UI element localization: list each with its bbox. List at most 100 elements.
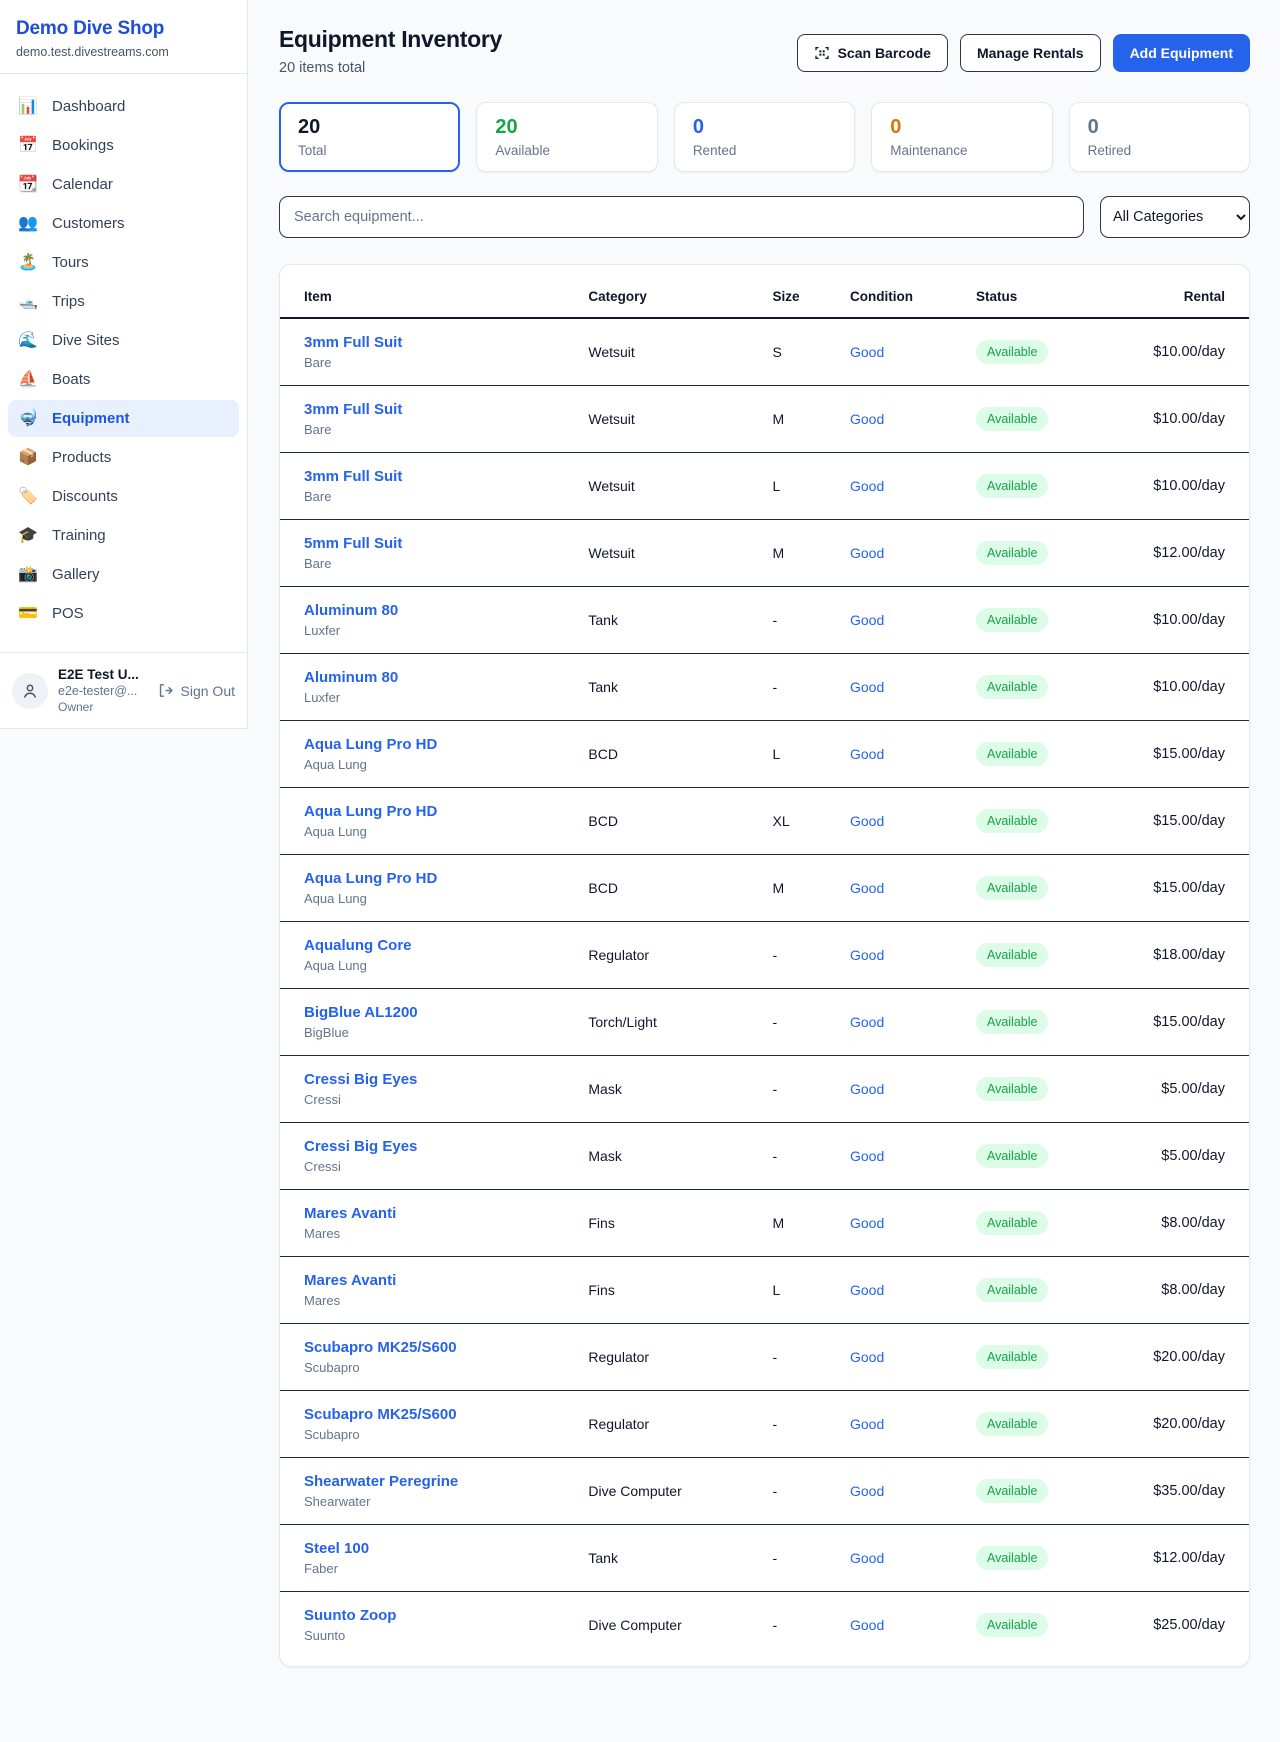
item-name-link[interactable]: 5mm Full Suit — [304, 535, 402, 552]
condition-link[interactable]: Good — [850, 1349, 884, 1365]
sidebar-item-calendar[interactable]: 📆Calendar — [8, 166, 239, 203]
item-name-link[interactable]: Steel 100 — [304, 1540, 369, 1557]
item-cell: Mares AvantiMares — [280, 1190, 580, 1257]
boats-icon: ⛵ — [18, 372, 38, 388]
sidebar-item-bookings[interactable]: 📅Bookings — [8, 127, 239, 164]
condition-link[interactable]: Good — [850, 1483, 884, 1499]
item-name-link[interactable]: Mares Avanti — [304, 1205, 396, 1222]
table-row: Aqua Lung Pro HDAqua LungBCDLGoodAvailab… — [280, 721, 1249, 788]
item-name-link[interactable]: Shearwater Peregrine — [304, 1473, 458, 1490]
item-cell: Cressi Big EyesCressi — [280, 1056, 580, 1123]
item-brand: Aqua Lung — [304, 891, 572, 906]
condition-link[interactable]: Good — [850, 1014, 884, 1030]
stat-card-available[interactable]: 20Available — [476, 102, 657, 172]
sidebar-item-label: Dive Sites — [52, 332, 120, 349]
category-select[interactable]: All Categories — [1100, 196, 1250, 238]
condition-link[interactable]: Good — [850, 947, 884, 963]
stat-card-retired[interactable]: 0Retired — [1069, 102, 1250, 172]
add-equipment-button[interactable]: Add Equipment — [1113, 34, 1250, 72]
sidebar-item-customers[interactable]: 👥Customers — [8, 205, 239, 242]
item-name-link[interactable]: Cressi Big Eyes — [304, 1071, 417, 1088]
condition-cell: Good — [842, 1257, 968, 1324]
item-name-link[interactable]: Aluminum 80 — [304, 602, 398, 619]
sidebar-nav: 📊Dashboard📅Bookings📆Calendar👥Customers🏝️… — [0, 74, 247, 644]
sidebar-item-training[interactable]: 🎓Training — [8, 517, 239, 554]
item-size: - — [764, 922, 842, 989]
sidebar-item-equipment[interactable]: 🤿Equipment — [8, 400, 239, 437]
filter-row: All Categories — [279, 196, 1250, 238]
customers-icon: 👥 — [18, 216, 38, 232]
sidebar-item-label: Dashboard — [52, 98, 125, 115]
sidebar-item-discounts[interactable]: 🏷️Discounts — [8, 478, 239, 515]
item-name-link[interactable]: Aqua Lung Pro HD — [304, 870, 437, 887]
item-size: - — [764, 654, 842, 721]
item-name-link[interactable]: 3mm Full Suit — [304, 401, 402, 418]
status-cell: Available — [968, 855, 1113, 922]
condition-link[interactable]: Good — [850, 679, 884, 695]
item-name-link[interactable]: Mares Avanti — [304, 1272, 396, 1289]
item-name-link[interactable]: BigBlue AL1200 — [304, 1004, 418, 1021]
item-brand: Mares — [304, 1293, 572, 1308]
sidebar-item-dive-sites[interactable]: 🌊Dive Sites — [8, 322, 239, 359]
item-cell: Scubapro MK25/S600Scubapro — [280, 1391, 580, 1458]
item-category: Mask — [580, 1123, 764, 1190]
condition-link[interactable]: Good — [850, 746, 884, 762]
manage-rentals-button[interactable]: Manage Rentals — [960, 34, 1101, 72]
item-category: Regulator — [580, 1391, 764, 1458]
condition-link[interactable]: Good — [850, 1081, 884, 1097]
status-cell: Available — [968, 1123, 1113, 1190]
item-name-link[interactable]: Aqua Lung Pro HD — [304, 803, 437, 820]
sidebar-item-pos[interactable]: 💳POS — [8, 595, 239, 632]
sidebar-item-gallery[interactable]: 📸Gallery — [8, 556, 239, 593]
condition-link[interactable]: Good — [850, 1282, 884, 1298]
condition-link[interactable]: Good — [850, 1148, 884, 1164]
item-cell: Mares Avanti Mares — [280, 1257, 580, 1324]
table-row: 3mm Full SuitBareWetsuitMGoodAvailable$1… — [280, 386, 1249, 453]
status-cell: Available — [968, 520, 1113, 587]
equipment-icon: 🤿 — [18, 411, 38, 427]
item-size: M — [764, 855, 842, 922]
item-name-link[interactable]: Scubapro MK25/S600 — [304, 1339, 457, 1356]
item-name-link[interactable]: Suunto Zoop — [304, 1607, 396, 1624]
sidebar-item-tours[interactable]: 🏝️Tours — [8, 244, 239, 281]
stat-card-maintenance[interactable]: 0Maintenance — [871, 102, 1052, 172]
item-name-link[interactable]: Aqua Lung Pro HD — [304, 736, 437, 753]
condition-link[interactable]: Good — [850, 1617, 884, 1633]
stat-card-total[interactable]: 20Total — [279, 102, 460, 172]
condition-link[interactable]: Good — [850, 1215, 884, 1231]
sidebar-item-trips[interactable]: 🛥️Trips — [8, 283, 239, 320]
item-name-link[interactable]: Scubapro MK25/S600 — [304, 1406, 457, 1423]
user-info: E2E Test U... e2e-tester@... Owner — [58, 667, 147, 714]
item-size: - — [764, 989, 842, 1056]
condition-link[interactable]: Good — [850, 478, 884, 494]
condition-link[interactable]: Good — [850, 344, 884, 360]
sidebar-item-products[interactable]: 📦Products — [8, 439, 239, 476]
sidebar-item-boats[interactable]: ⛵Boats — [8, 361, 239, 398]
scan-barcode-button[interactable]: Scan Barcode — [797, 34, 948, 72]
condition-link[interactable]: Good — [850, 411, 884, 427]
item-brand: Bare — [304, 422, 572, 437]
item-name-link[interactable]: 3mm Full Suit — [304, 468, 402, 485]
condition-link[interactable]: Good — [850, 1550, 884, 1566]
sidebar-item-dashboard[interactable]: 📊Dashboard — [8, 88, 239, 125]
condition-link[interactable]: Good — [850, 880, 884, 896]
stat-card-rented[interactable]: 0Rented — [674, 102, 855, 172]
item-name-link[interactable]: Cressi Big Eyes — [304, 1138, 417, 1155]
item-name-link[interactable]: Aqualung Core — [304, 937, 412, 954]
item-size: - — [764, 1123, 842, 1190]
condition-link[interactable]: Good — [850, 545, 884, 561]
condition-cell: Good — [842, 520, 968, 587]
item-cell: Aluminum 80Luxfer — [280, 654, 580, 721]
condition-link[interactable]: Good — [850, 1416, 884, 1432]
condition-link[interactable]: Good — [850, 813, 884, 829]
condition-cell: Good — [842, 1324, 968, 1391]
condition-link[interactable]: Good — [850, 612, 884, 628]
rental-rate: $18.00/day — [1113, 922, 1249, 989]
sign-out-button[interactable]: Sign Out — [157, 682, 235, 699]
item-name-link[interactable]: Aluminum 80 — [304, 669, 398, 686]
item-name-link[interactable]: 3mm Full Suit — [304, 334, 402, 351]
search-input[interactable] — [279, 196, 1084, 238]
status-badge: Available — [976, 1144, 1049, 1168]
table-row: Aluminum 80LuxferTank-GoodAvailable$10.0… — [280, 654, 1249, 721]
item-brand: Aqua Lung — [304, 824, 572, 839]
